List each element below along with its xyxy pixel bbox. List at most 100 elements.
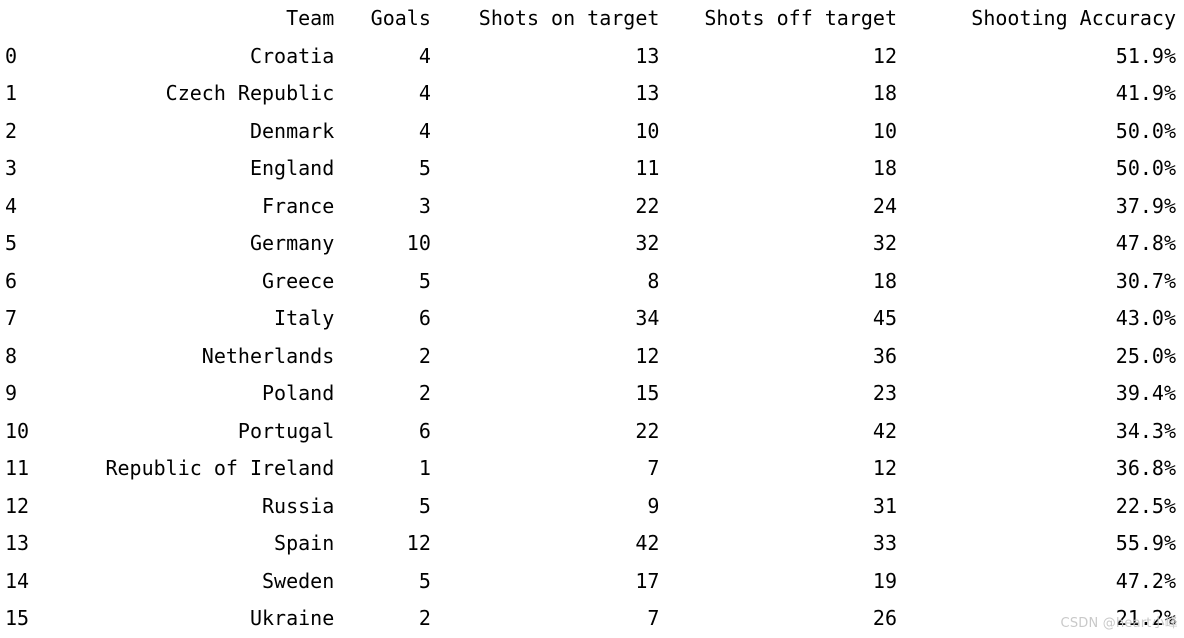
- cell-team: Italy: [274, 306, 335, 330]
- cell-shots-on-target: 7: [647, 606, 660, 630]
- cell-shots-on-target: 11: [635, 156, 660, 180]
- row-index: 2: [5, 118, 18, 143]
- cell-shooting-accuracy: 51.9%: [1115, 43, 1176, 68]
- row-index-and-team-cell: 12 Russia: [0, 488, 334, 526]
- cell-goals: 5: [418, 568, 431, 593]
- column-header-shots-on-target: Shots on target: [478, 6, 660, 30]
- column-header-shooting-accuracy: Shooting Accuracy: [971, 6, 1176, 30]
- header-row: Team Goals Shots on target Shots off tar…: [0, 0, 1184, 38]
- dataframe-output: Team Goals Shots on target Shots off tar…: [0, 0, 1184, 634]
- table-row: 3 England 5 11 18 50.0%: [0, 150, 1184, 188]
- row-index: 10: [5, 418, 30, 443]
- row-index-and-team-cell: 7 Italy: [0, 300, 334, 338]
- cell-goals: 5: [418, 156, 431, 180]
- row-index: 0: [5, 43, 18, 68]
- row-index-and-team-cell: 9 Poland: [0, 375, 334, 413]
- table-row: 15 Ukraine 2 7 26 21.2%: [0, 600, 1184, 638]
- cell-shots-on-target: 13: [635, 81, 660, 105]
- cell-shooting-accuracy: 43.0%: [1115, 306, 1176, 330]
- row-index-and-team-cell: 8 Netherlands: [0, 338, 334, 376]
- table-row: 14 Sweden 5 17 19 47.2%: [0, 563, 1184, 601]
- table-row: 0 Croatia 4 13 12 51.9%: [0, 38, 1184, 76]
- cell-team: Greece: [262, 268, 335, 293]
- cell-goals: 4: [418, 118, 431, 143]
- cell-shots-off-target: 36: [872, 343, 898, 368]
- cell-shooting-accuracy: 47.2%: [1115, 568, 1176, 593]
- cell-shooting-accuracy: 47.8%: [1115, 231, 1176, 255]
- cell-shooting-accuracy: 55.9%: [1115, 531, 1176, 555]
- row-index: 5: [5, 231, 18, 255]
- cell-shots-on-target: 22: [635, 418, 660, 443]
- cell-goals: 5: [418, 268, 431, 293]
- cell-shooting-accuracy: 39.4%: [1115, 381, 1176, 405]
- cell-team: Ukraine: [249, 606, 335, 630]
- row-index-and-team-cell: 6 Greece: [0, 263, 334, 301]
- table-row: 10 Portugal 6 22 42 34.3%: [0, 413, 1184, 451]
- cell-shooting-accuracy: 25.0%: [1115, 343, 1176, 368]
- table-row: 8 Netherlands 2 12 36 25.0%: [0, 338, 1184, 376]
- row-index: 6: [5, 268, 18, 293]
- cell-team: Netherlands: [201, 343, 335, 368]
- cell-shots-on-target: 42: [635, 531, 660, 555]
- cell-team: Poland: [262, 381, 335, 405]
- row-index-and-team-cell: 3 England: [0, 150, 334, 188]
- row-index: 7: [5, 306, 18, 330]
- row-index: 13: [5, 531, 30, 555]
- row-index: 1: [5, 81, 18, 105]
- row-index-and-team-cell: 0 Croatia: [0, 38, 334, 76]
- cell-shots-off-target: 26: [872, 606, 898, 630]
- cell-team: France: [262, 193, 335, 218]
- row-index-and-team-cell: 10 Portugal: [0, 413, 334, 451]
- cell-shooting-accuracy: 41.9%: [1115, 81, 1176, 105]
- cell-shots-on-target: 15: [635, 381, 660, 405]
- cell-shooting-accuracy: 34.3%: [1115, 418, 1176, 443]
- row-index: 11: [5, 456, 30, 480]
- cell-shots-on-target: 12: [635, 343, 660, 368]
- cell-goals: 2: [418, 343, 431, 368]
- row-index: 12: [5, 493, 30, 518]
- cell-goals: 1: [418, 456, 431, 480]
- row-index: 8: [5, 343, 18, 368]
- column-header-team: Team: [286, 6, 335, 30]
- cell-shots-off-target: 12: [872, 43, 898, 68]
- cell-shooting-accuracy: 36.8%: [1115, 456, 1176, 480]
- cell-team: Czech Republic: [165, 81, 335, 105]
- cell-team: Croatia: [249, 43, 335, 68]
- row-index-and-team-cell: 2 Denmark: [0, 113, 334, 151]
- cell-team: Denmark: [249, 118, 335, 143]
- cell-shots-on-target: 22: [635, 193, 660, 218]
- cell-shots-off-target: 19: [872, 568, 898, 593]
- cell-shots-off-target: 45: [872, 306, 898, 330]
- row-index: 14: [5, 568, 30, 593]
- table-row: 7 Italy 6 34 45 43.0%: [0, 300, 1184, 338]
- table-row: 2 Denmark 4 10 10 50.0%: [0, 113, 1184, 151]
- cell-goals: 6: [418, 418, 431, 443]
- row-index-and-team-cell: 14 Sweden: [0, 563, 334, 601]
- row-index-and-team-cell: 4 France: [0, 188, 334, 226]
- row-index-and-team-cell: 5 Germany: [0, 225, 334, 263]
- cell-shooting-accuracy: 30.7%: [1115, 268, 1176, 293]
- cell-goals: 2: [418, 381, 431, 405]
- cell-shots-on-target: 9: [647, 493, 660, 518]
- row-index: 15: [5, 606, 30, 630]
- cell-shooting-accuracy: 21.2%: [1115, 606, 1176, 630]
- cell-team: Germany: [249, 231, 335, 255]
- cell-shots-off-target: 24: [872, 193, 898, 218]
- cell-shooting-accuracy: 50.0%: [1115, 118, 1176, 143]
- table-row: 5 Germany 10 32 32 47.8%: [0, 225, 1184, 263]
- cell-shots-on-target: 34: [635, 306, 660, 330]
- row-index-and-team-cell: 15 Ukraine: [0, 600, 334, 638]
- cell-shots-off-target: 42: [872, 418, 898, 443]
- cell-shots-on-target: 13: [635, 43, 660, 68]
- table-row: 12 Russia 5 9 31 22.5%: [0, 488, 1184, 526]
- cell-team: Russia: [262, 493, 335, 518]
- cell-shots-off-target: 23: [872, 381, 898, 405]
- cell-shooting-accuracy: 37.9%: [1115, 193, 1176, 218]
- cell-shots-off-target: 33: [872, 531, 898, 555]
- cell-shots-off-target: 18: [872, 156, 898, 180]
- row-index-and-team-cell: 1 Czech Republic: [0, 75, 334, 113]
- cell-team: Republic of Ireland: [105, 456, 335, 480]
- cell-shots-off-target: 18: [872, 81, 898, 105]
- cell-shooting-accuracy: 22.5%: [1115, 493, 1176, 518]
- cell-shots-off-target: 10: [872, 118, 898, 143]
